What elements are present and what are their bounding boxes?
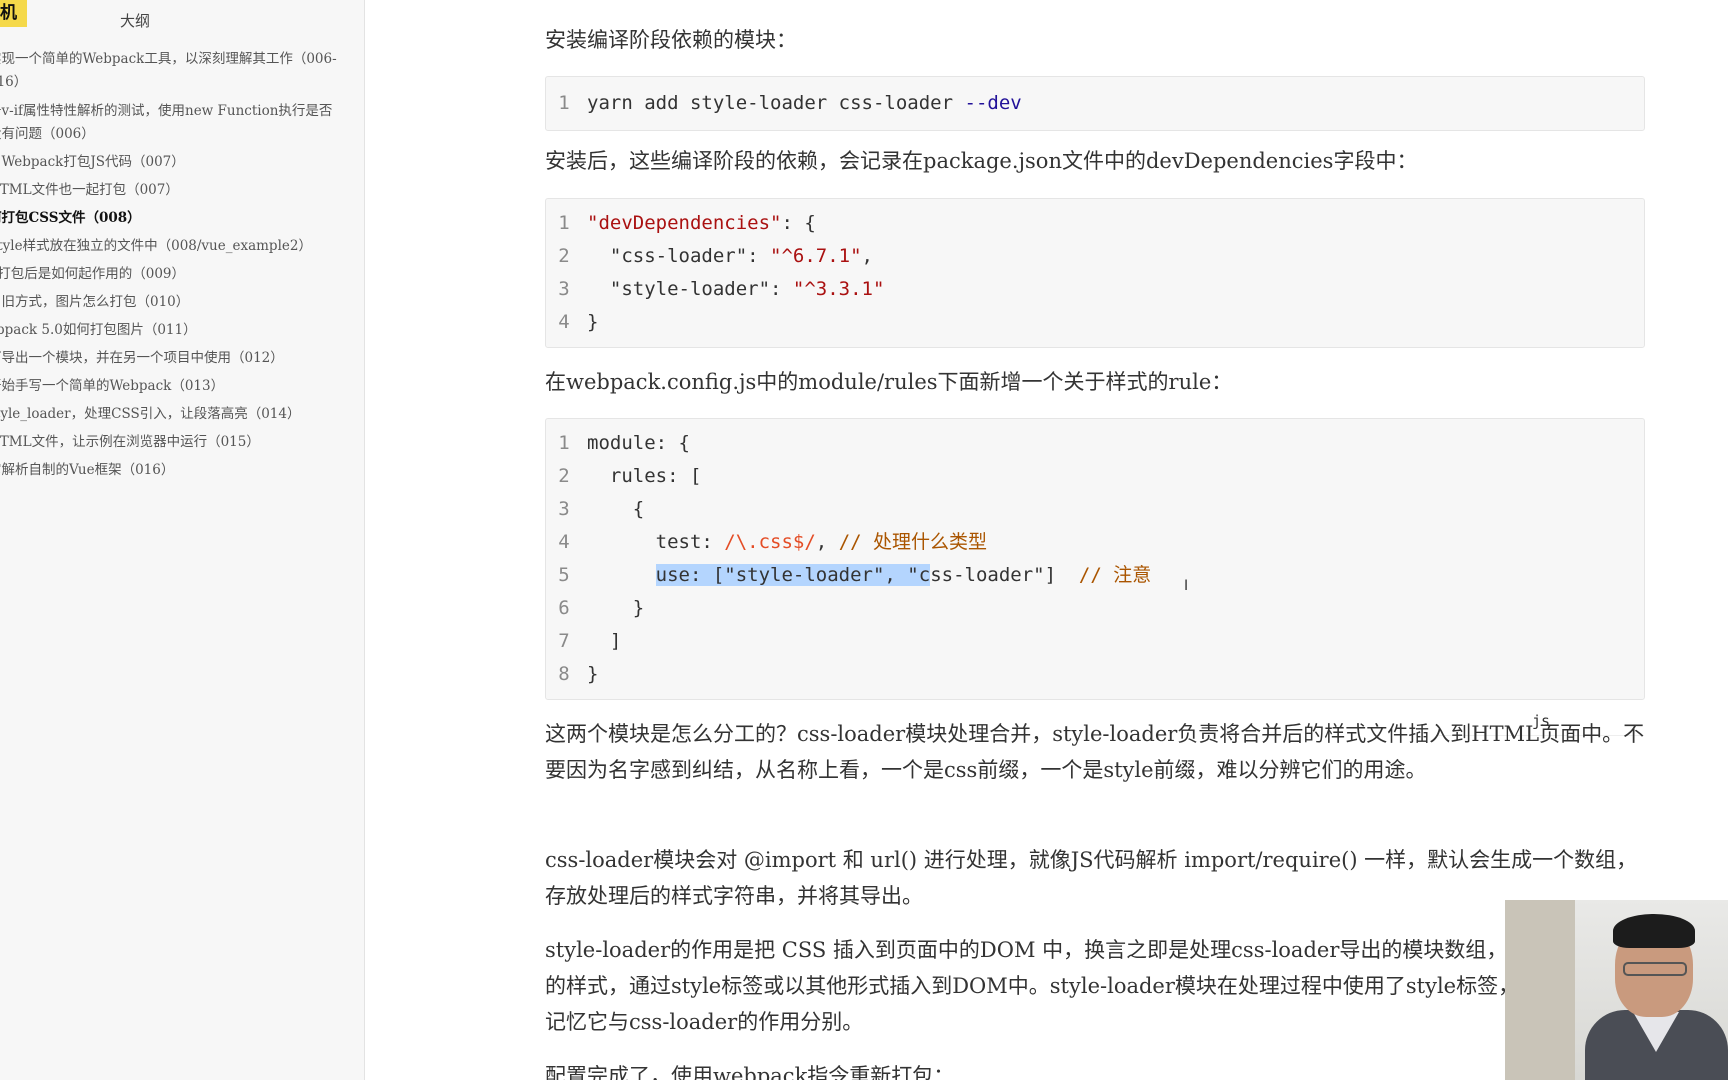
outline-item[interactable]: HTML文件也一起打包（007） xyxy=(0,179,360,202)
code-text: "style-loader": xyxy=(587,278,793,300)
line-number: 7 xyxy=(558,630,570,652)
outline-item[interactable]: 它解析自制的Vue框架（016） xyxy=(0,459,360,482)
line-number: 3 xyxy=(558,498,570,520)
line-number: 2 xyxy=(558,465,570,487)
line-number: 1 xyxy=(558,92,570,114)
code-text: ss-loader"] xyxy=(930,564,1079,586)
code-text: "css-loader": xyxy=(587,245,771,267)
code-line: 2 "css-loader": "^6.7.1", xyxy=(546,240,1644,273)
code-block-devdeps[interactable]: 1 "devDependencies": { 2 "css-loader": "^… xyxy=(545,198,1645,348)
webcam-background xyxy=(1505,900,1575,1080)
outline-item[interactable]: 于v-if属性特性解析的测试，使用new Function执行是否没有问题（00… xyxy=(0,100,360,146)
paragraph: 安装后，这些编译阶段的依赖，会记录在package.json文件中的devDep… xyxy=(545,149,1418,173)
code-line: 1 yarn add style-loader css-loader --dev xyxy=(546,87,1644,120)
line-number: 3 xyxy=(558,278,570,300)
code-text: { xyxy=(587,498,645,520)
outline-item[interactable]: 用旧方式，图片怎么打包（010） xyxy=(0,291,360,314)
webcam-person-hair xyxy=(1613,914,1695,948)
code-string: "devDependencies" xyxy=(587,212,782,234)
code-text: module: { xyxy=(587,432,690,454)
code-text: } xyxy=(587,311,599,333)
code-block-webpack-config[interactable]: 1 module: { 2 rules: [ 3 { 4 test: /\.css… xyxy=(545,418,1645,700)
line-number: 8 xyxy=(558,663,570,685)
webcam-person-glasses xyxy=(1623,962,1687,976)
line-number: 1 xyxy=(558,212,570,234)
outline-item[interactable]: S打包后是如何起作用的（009） xyxy=(0,263,360,286)
line-number: 2 xyxy=(558,245,570,267)
code-text: } xyxy=(587,597,645,619)
paragraph: 安装编译阶段依赖的模块： xyxy=(545,28,797,52)
line-number: 6 xyxy=(558,597,570,619)
code-text: test: xyxy=(587,531,725,553)
code-line: 1 "devDependencies": { xyxy=(546,207,1644,240)
code-line: 4} xyxy=(546,306,1644,339)
code-text: rules: [ xyxy=(587,465,702,487)
outline-item[interactable]: style_loader，处理CSS引入，让段落高亮（014） xyxy=(0,403,360,426)
code-text: } xyxy=(587,663,599,685)
code-text: : { xyxy=(781,212,816,234)
paragraph: css-loader模块会对 @import 和 url() 进行处理，就像JS… xyxy=(545,848,1638,908)
outline-item[interactable]: 实现一个简单的Webpack工具，以深刻理解其工作（006-016） xyxy=(0,48,360,94)
code-line: 5 use: ["style-loader", "css-loader"] //… xyxy=(546,559,1644,592)
code-line: 8} xyxy=(546,658,1644,691)
paragraph: 在webpack.config.js中的module/rules下面新增一个关于… xyxy=(545,370,1233,394)
outline-item[interactable]: 何导出一个模块，并在另一个项目中使用（012） xyxy=(0,347,360,370)
code-flag: --dev xyxy=(964,92,1022,114)
code-string: "^3.3.1" xyxy=(792,278,885,300)
line-number: 1 xyxy=(558,432,570,454)
outline-item[interactable]: 用Webpack打包JS代码（007） xyxy=(0,151,360,174)
outline-list: 实现一个简单的Webpack工具，以深刻理解其工作（006-016） 于v-if… xyxy=(0,48,360,482)
outline-title: 大纲 xyxy=(119,12,150,30)
paragraph: style-loader的作用是把 CSS 插入到页面中的DOM 中，换言之即是… xyxy=(545,938,1634,1034)
paragraph: 这两个模块是怎么分工的？css-loader模块处理合并，style-loade… xyxy=(545,722,1645,782)
outline-item[interactable]: 开始手写一个简单的Webpack（013） xyxy=(0,375,360,398)
code-block-install[interactable]: 1 yarn add style-loader css-loader --dev xyxy=(545,76,1645,131)
text-cursor-icon: I xyxy=(1184,578,1189,594)
code-text: yarn add style-loader css-loader xyxy=(587,92,965,114)
line-number: 5 xyxy=(558,564,570,586)
text-selection[interactable]: use: ["style-loader", "c xyxy=(655,564,931,586)
code-line: 3 { xyxy=(546,493,1644,526)
code-line: 3 "style-loader": "^3.3.1" xyxy=(546,273,1644,306)
outline-item[interactable]: Style样式放在独立的文件中（008/vue_example2） xyxy=(0,235,360,258)
code-line: 4 test: /\.css$/, // 处理什么类型 xyxy=(546,526,1644,559)
code-comment: // 注意 xyxy=(1078,564,1152,586)
outline-item[interactable]: HTML文件，让示例在浏览器中运行（015） xyxy=(0,431,360,454)
code-line: 2 rules: [ xyxy=(546,460,1644,493)
code-text: ] xyxy=(587,630,622,652)
code-string: "^6.7.1" xyxy=(770,245,862,267)
line-number: 4 xyxy=(558,531,570,553)
code-line: 7 ] xyxy=(546,625,1644,658)
webcam-overlay xyxy=(1505,900,1728,1080)
line-number: 4 xyxy=(558,311,570,333)
code-comment: // 处理什么类型 xyxy=(838,531,988,553)
code-text: , xyxy=(815,531,839,553)
code-line: 6 } xyxy=(546,592,1644,625)
outline-item[interactable]: ebpack 5.0如何打包图片（011） xyxy=(0,319,360,342)
outline-item-active[interactable]: 何打包CSS文件（008） xyxy=(0,207,360,230)
code-line: 1 module: { xyxy=(546,427,1644,460)
code-regex: /\.css$/ xyxy=(724,531,816,553)
code-text: , xyxy=(861,245,873,267)
paragraph: 配置完成了，使用webpack指令重新打包： xyxy=(545,1064,955,1080)
outline-sidebar: 机 大纲 实现一个简单的Webpack工具，以深刻理解其工作（006-016） … xyxy=(0,0,365,1080)
